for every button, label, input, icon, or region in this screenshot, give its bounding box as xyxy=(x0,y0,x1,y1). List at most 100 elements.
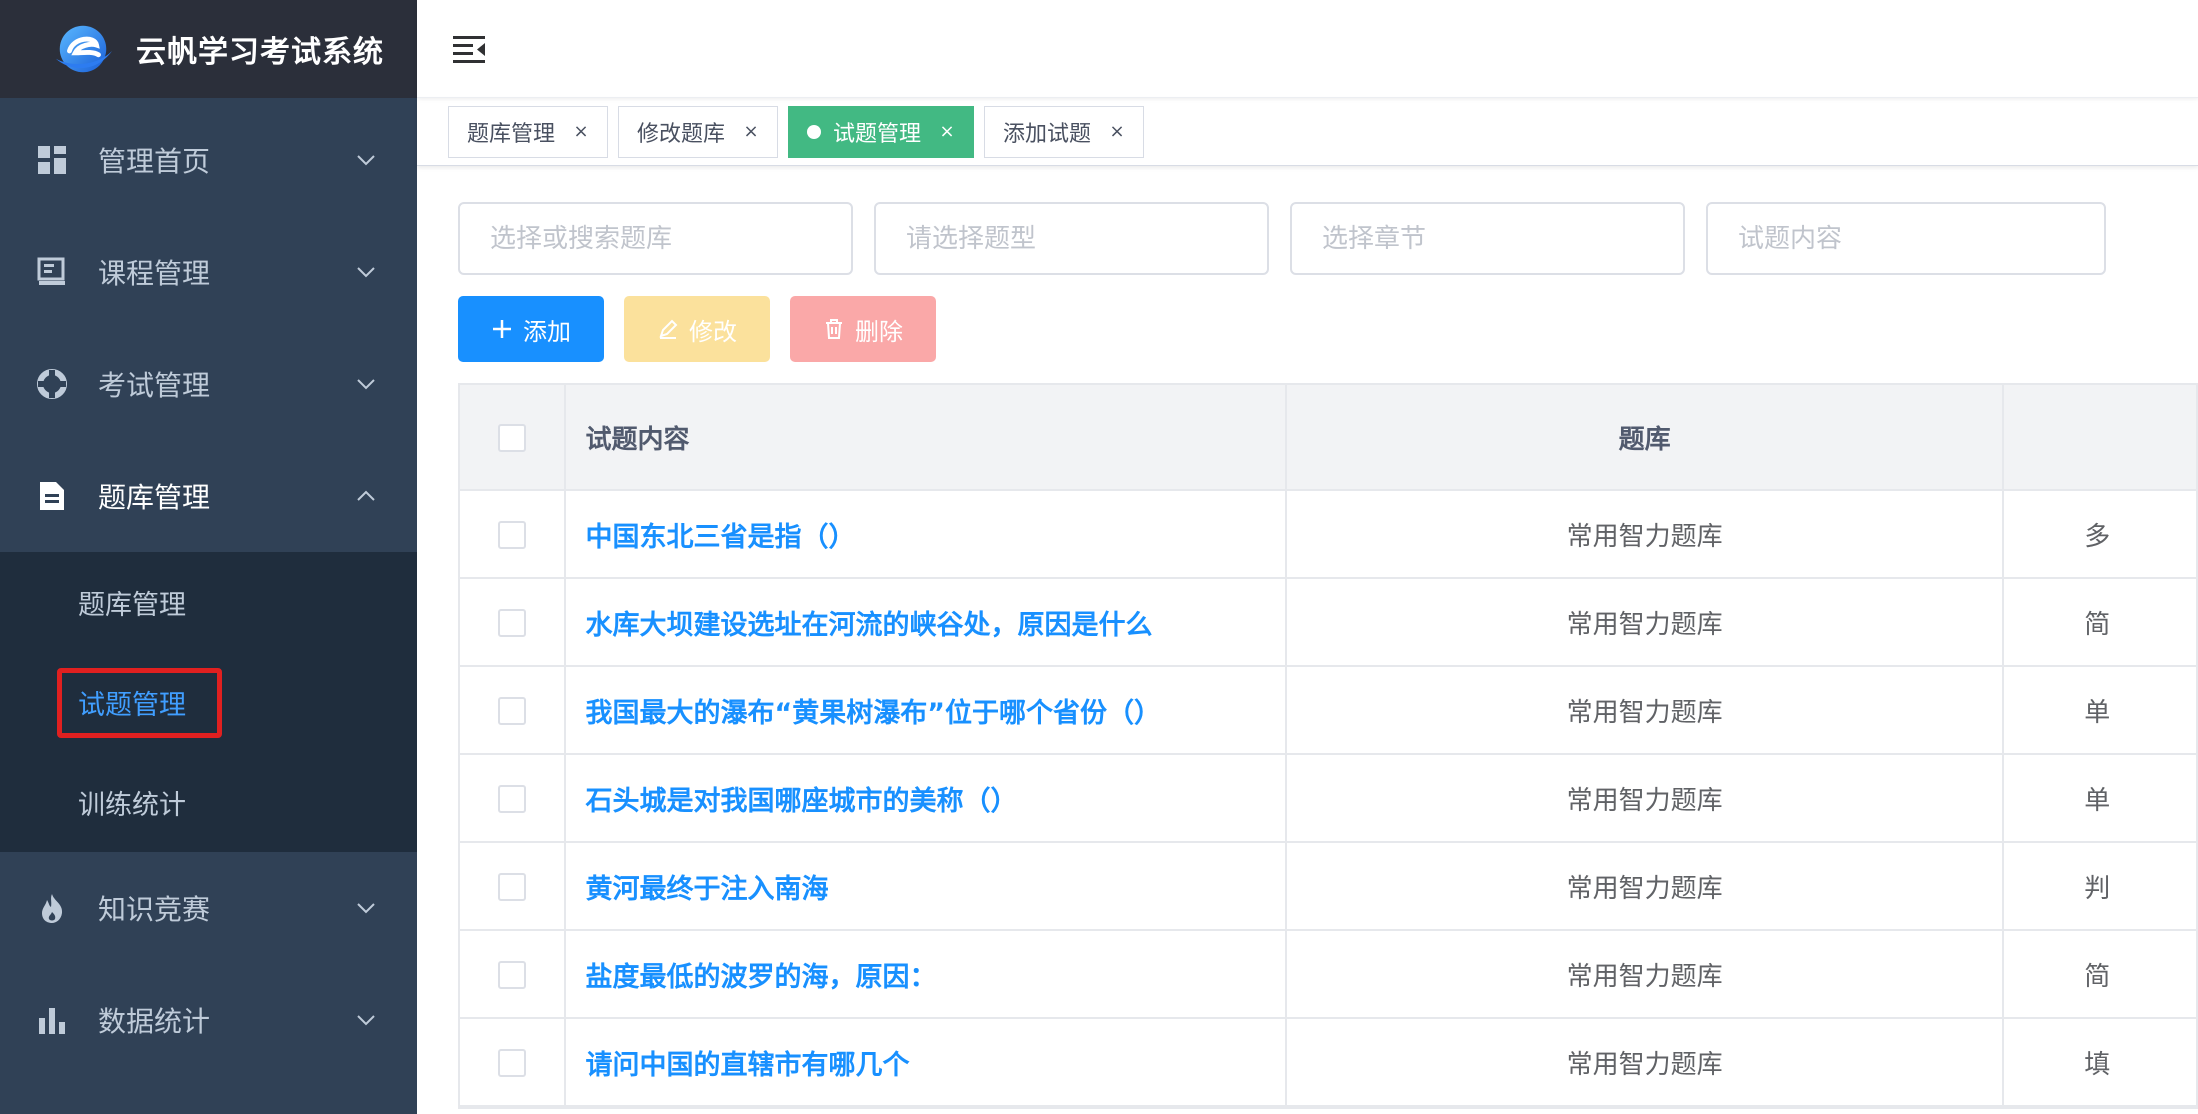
sidebar-item-label: 数据统计 xyxy=(98,1005,211,1038)
question-type-cell: 单 xyxy=(2003,666,2198,755)
table-row: 石头城是对我国哪座城市的美称（） 常用智力题库 单 xyxy=(460,754,2198,843)
edit-button-label: 修改 xyxy=(689,317,737,346)
row-checkbox[interactable] xyxy=(497,608,526,637)
row-checkbox-cell xyxy=(460,578,566,667)
question-link[interactable]: 我国最大的瀑布“黄果树瀑布”位于哪个省份（） xyxy=(586,698,1162,729)
table-row: 水库大坝建设选址在河流的峡谷处，原因是什么 常用智力题库 简 xyxy=(460,578,2198,667)
menu-fold-icon[interactable] xyxy=(451,31,487,67)
trash-icon xyxy=(826,319,842,339)
question-content-cell: 石头城是对我国哪座城市的美称（） xyxy=(564,754,1288,843)
table-header-row: 试题内容 题库 xyxy=(460,385,2198,491)
dashboard-icon xyxy=(36,144,68,176)
question-link[interactable]: 请问中国的直辖市有哪几个 xyxy=(586,1050,910,1081)
tab-label: 修改题库 xyxy=(637,121,726,147)
submenu-item-question-management[interactable]: 试题管理 xyxy=(0,652,417,752)
tab-bank-management[interactable]: 题库管理 × xyxy=(448,105,609,158)
app-title: 云帆学习考试系统 xyxy=(136,35,384,70)
bank-select[interactable] xyxy=(458,202,853,275)
question-type-cell: 简 xyxy=(2003,930,2198,1019)
chapter-select[interactable] xyxy=(1290,202,1685,275)
sidebar-item-courses[interactable]: 课程管理 xyxy=(0,216,417,328)
question-content-cell: 我国最大的瀑布“黄果树瀑布”位于哪个省份（） xyxy=(564,666,1288,755)
plus-icon xyxy=(493,320,511,338)
add-button-label: 添加 xyxy=(523,317,571,346)
question-type-cell: 填 xyxy=(2003,1018,2198,1107)
question-link[interactable]: 盐度最低的波罗的海，原因： xyxy=(586,962,937,993)
row-checkbox[interactable] xyxy=(497,1048,526,1077)
table-row: 请问中国的直辖市有哪几个 常用智力题库 填 xyxy=(460,1018,2198,1107)
row-checkbox-cell xyxy=(460,490,566,579)
close-icon[interactable]: × xyxy=(571,121,591,142)
header-question-bank[interactable]: 题库 xyxy=(1286,385,2005,491)
question-content-input[interactable] xyxy=(1706,202,2106,275)
sidebar-item-label: 管理首页 xyxy=(98,145,211,178)
row-checkbox[interactable] xyxy=(497,520,526,549)
main-area: 题库管理 × 修改题库 × 试题管理 × 添加试题 × 添加 xyxy=(417,0,2198,1114)
active-dot-icon xyxy=(807,124,822,139)
row-checkbox[interactable] xyxy=(497,784,526,813)
lifebuoy-icon xyxy=(36,368,68,400)
question-table: 试题内容 题库 中国东北三省是指（） 常用智力题库 多 水库大坝建设选址在河流的… xyxy=(458,383,2198,1109)
table-row: 中国东北三省是指（） 常用智力题库 多 xyxy=(460,490,2198,579)
sidebar-item-exams[interactable]: 考试管理 xyxy=(0,328,417,440)
edit-button[interactable]: 修改 xyxy=(624,296,770,362)
submenu-item-bank-management[interactable]: 题库管理 xyxy=(0,552,417,652)
delete-button-label: 删除 xyxy=(855,317,903,346)
sidebar-item-question-bank[interactable]: 题库管理 xyxy=(0,440,417,552)
sidebar-item-label: 课程管理 xyxy=(98,257,211,290)
highlight-box xyxy=(57,668,222,738)
question-type-cell: 简 xyxy=(2003,578,2198,667)
header-question-type[interactable] xyxy=(2003,385,2198,491)
row-checkbox-cell xyxy=(460,842,566,931)
question-content-cell: 请问中国的直辖市有哪几个 xyxy=(564,1018,1288,1107)
row-checkbox-cell xyxy=(460,930,566,1019)
chevron-down-icon xyxy=(357,903,375,914)
question-link[interactable]: 中国东北三省是指（） xyxy=(586,522,856,553)
content-area: 添加 修改 删除 试题内容 题库 xyxy=(417,166,2198,1109)
sidebar-item-label: 知识竞赛 xyxy=(98,893,211,926)
sidebar-item-label: 题库管理 xyxy=(98,481,211,514)
row-checkbox-cell xyxy=(460,1018,566,1107)
question-type-select[interactable] xyxy=(874,202,1269,275)
add-button[interactable]: 添加 xyxy=(458,296,604,362)
row-checkbox[interactable] xyxy=(497,872,526,901)
row-checkbox-cell xyxy=(460,666,566,755)
question-bank-cell: 常用智力题库 xyxy=(1286,578,2005,667)
question-bank-cell: 常用智力题库 xyxy=(1286,930,2005,1019)
tab-label: 题库管理 xyxy=(467,121,556,147)
delete-button[interactable]: 删除 xyxy=(790,296,936,362)
question-bank-submenu: 题库管理 试题管理 训练统计 xyxy=(0,552,417,852)
close-icon[interactable]: × xyxy=(741,121,761,142)
tags-view: 题库管理 × 修改题库 × 试题管理 × 添加试题 × xyxy=(417,98,2198,166)
table-row: 黄河最终于注入南海 常用智力题库 判 xyxy=(460,842,2198,931)
chevron-down-icon xyxy=(357,267,375,278)
tab-label: 添加试题 xyxy=(1003,121,1092,147)
question-link[interactable]: 水库大坝建设选址在河流的峡谷处，原因是什么 xyxy=(586,610,1153,641)
chevron-down-icon xyxy=(357,155,375,166)
tab-question-management[interactable]: 试题管理 × xyxy=(788,105,975,158)
close-icon[interactable]: × xyxy=(1107,121,1127,142)
question-bank-cell: 常用智力题库 xyxy=(1286,666,2005,755)
question-bank-cell: 常用智力题库 xyxy=(1286,754,2005,843)
row-checkbox[interactable] xyxy=(497,960,526,989)
sidebar-item-statistics[interactable]: 数据统计 xyxy=(0,964,417,1076)
close-icon[interactable]: × xyxy=(937,121,957,142)
edit-icon xyxy=(659,319,678,339)
header-question-content[interactable]: 试题内容 xyxy=(564,385,1288,491)
question-bank-cell: 常用智力题库 xyxy=(1286,490,2005,579)
brand-header: 云帆学习考试系统 xyxy=(0,0,417,98)
question-link[interactable]: 石头城是对我国哪座城市的美称（） xyxy=(586,786,1018,817)
question-content-cell: 中国东北三省是指（） xyxy=(564,490,1288,579)
question-link[interactable]: 黄河最终于注入南海 xyxy=(586,874,829,905)
chevron-down-icon xyxy=(357,1015,375,1026)
question-type-cell: 多 xyxy=(2003,490,2198,579)
row-checkbox-cell xyxy=(460,754,566,843)
submenu-item-training-stats[interactable]: 训练统计 xyxy=(0,752,417,852)
sidebar-item-contest[interactable]: 知识竞赛 xyxy=(0,852,417,964)
row-checkbox[interactable] xyxy=(497,696,526,725)
select-all-checkbox[interactable] xyxy=(497,423,526,452)
sidebar-item-dashboard[interactable]: 管理首页 xyxy=(0,104,417,216)
tab-add-question[interactable]: 添加试题 × xyxy=(984,105,1145,158)
tab-edit-bank[interactable]: 修改题库 × xyxy=(618,105,779,158)
question-content-cell: 水库大坝建设选址在河流的峡谷处，原因是什么 xyxy=(564,578,1288,667)
